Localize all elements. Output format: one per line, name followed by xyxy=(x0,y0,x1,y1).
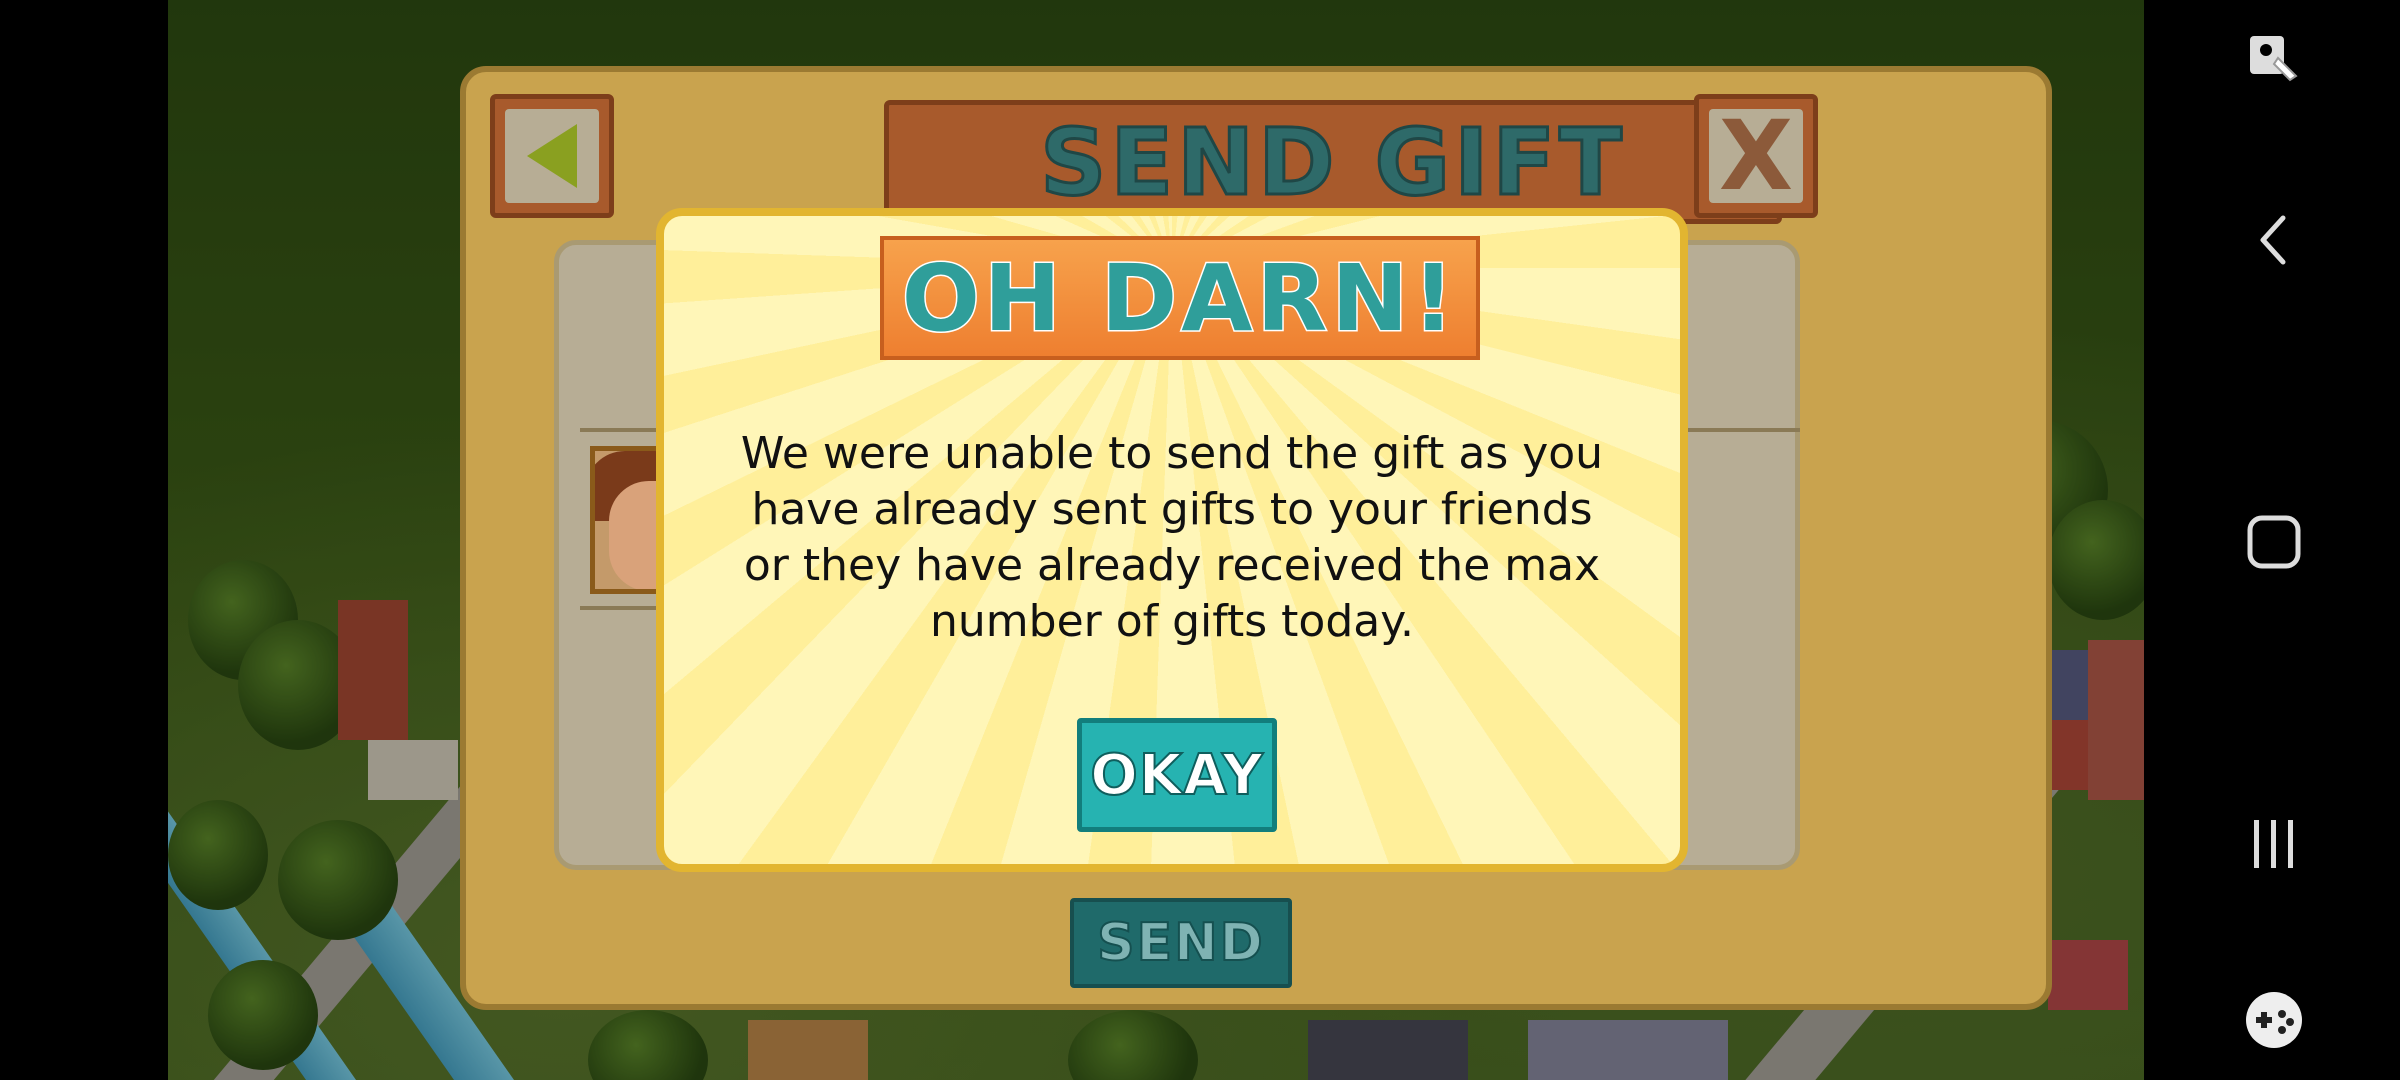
dialog-title-banner: OH DARN! xyxy=(880,236,1480,360)
back-button-face xyxy=(505,109,599,203)
dialog-title: OH DARN! xyxy=(900,243,1459,353)
okay-button[interactable]: OKAY xyxy=(1077,718,1277,832)
home-nav-icon xyxy=(2247,515,2301,569)
close-icon: X xyxy=(1718,100,1793,212)
screen-pin-icon xyxy=(2250,36,2298,82)
recent-apps-button[interactable] xyxy=(2204,784,2344,904)
send-button-label: SEND xyxy=(1096,912,1265,974)
recent-apps-icon xyxy=(2254,820,2293,868)
game-tools-button[interactable] xyxy=(2204,960,2344,1080)
back-nav-icon xyxy=(2260,215,2286,265)
dialog-message: We were unable to send the gift as you h… xyxy=(740,428,1604,647)
back-arrow-icon xyxy=(527,124,577,188)
close-button[interactable]: X xyxy=(1694,94,1818,218)
screen-pin-button[interactable] xyxy=(2204,0,2344,120)
send-button[interactable]: SEND xyxy=(1070,898,1292,988)
send-gift-title: SEND GIFT xyxy=(1039,107,1626,217)
system-nav-bar xyxy=(2144,0,2400,1080)
game-viewport[interactable]: SEND GIFT X SEND OH DARN! We were unable… xyxy=(168,0,2144,1080)
close-button-face: X xyxy=(1709,100,1803,212)
home-nav-button[interactable] xyxy=(2204,482,2344,602)
back-button[interactable] xyxy=(490,94,614,218)
oh-darn-dialog: OH DARN! We were unable to send the gift… xyxy=(656,208,1688,872)
game-tools-icon xyxy=(2246,992,2302,1048)
back-nav-button[interactable] xyxy=(2204,180,2344,300)
send-gift-title-bar: SEND GIFT xyxy=(884,100,1782,224)
okay-button-label: OKAY xyxy=(1089,742,1264,809)
